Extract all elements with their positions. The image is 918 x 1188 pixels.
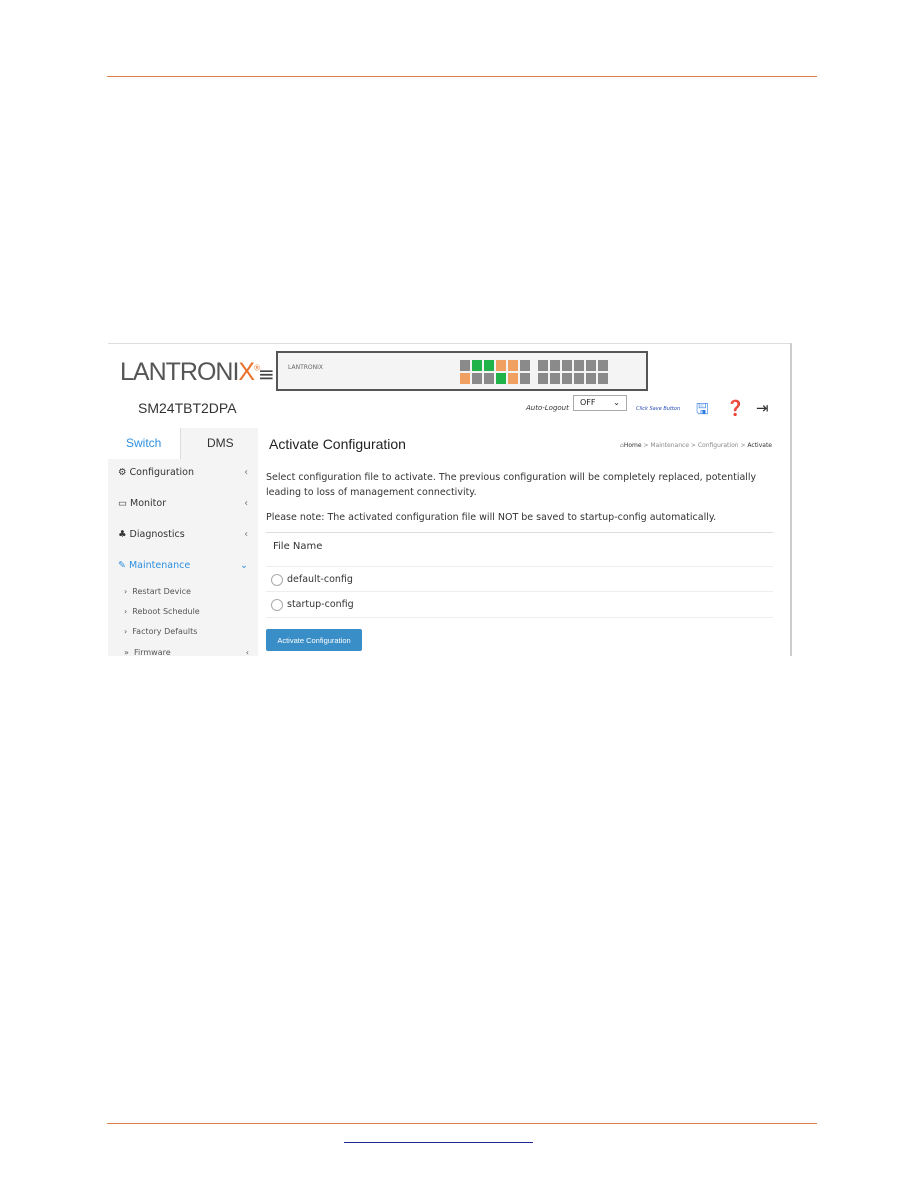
port-column <box>586 360 596 384</box>
file-row[interactable]: startup-config <box>266 591 773 618</box>
port-14[interactable] <box>538 373 548 384</box>
page-title: Activate Configuration <box>269 436 406 452</box>
sidebar-item-configuration[interactable]: ⚙ Configuration ‹ <box>118 467 248 478</box>
breadcrumb: ⌂Home > Maintenance > Configuration > Ac… <box>620 442 772 449</box>
port-15[interactable] <box>550 360 560 371</box>
port-16[interactable] <box>550 373 560 384</box>
breadcrumb-configuration[interactable]: Configuration <box>698 442 739 449</box>
port-column <box>520 360 530 384</box>
note: Please note: The activated configuration… <box>266 512 717 523</box>
port-column <box>484 360 494 384</box>
sidebar-sub-restart-device[interactable]: › Restart Device <box>124 587 191 596</box>
port-22[interactable] <box>586 373 596 384</box>
breadcrumb-maintenance[interactable]: Maintenance <box>650 442 689 449</box>
port-23[interactable] <box>598 360 608 371</box>
port-4[interactable] <box>472 373 482 384</box>
sidebar-sub-reboot-schedule[interactable]: › Reboot Schedule <box>124 607 200 616</box>
breadcrumb-activate: Activate <box>747 442 772 449</box>
switch-port-panel: LANTRONIX <box>276 351 648 391</box>
document-page: LANTRONIX® ≡ LANTRONIX SM24TBT2DPA Auto-… <box>0 0 918 1188</box>
port-column <box>598 360 608 384</box>
wrench-icon: ✎ <box>118 560 129 571</box>
port-11[interactable] <box>520 360 530 371</box>
column-header-file-name: File Name <box>273 541 323 552</box>
hamburger-menu-icon[interactable]: ≡ <box>258 362 275 386</box>
port-18[interactable] <box>562 373 572 384</box>
sidebar-item-monitor[interactable]: ▭ Monitor ‹ <box>118 498 248 509</box>
auto-logout-label: Auto-Logout <box>526 404 569 412</box>
file-row[interactable]: default-config <box>266 566 773 592</box>
panel-logo: LANTRONIX <box>288 364 323 371</box>
port-grid <box>460 360 608 384</box>
port-13[interactable] <box>538 360 548 371</box>
breadcrumb-home[interactable]: Home <box>624 442 642 449</box>
radio-default-config[interactable] <box>271 573 283 586</box>
port-8[interactable] <box>496 373 506 384</box>
auto-logout-value: OFF <box>580 398 596 407</box>
port-column <box>562 360 572 384</box>
file-table-header: File Name <box>266 532 773 563</box>
sidebar-item-diagnostics[interactable]: ♣ Diagnostics ‹ <box>118 529 248 540</box>
ui-screenshot: LANTRONIX® ≡ LANTRONIX SM24TBT2DPA Auto-… <box>108 343 792 656</box>
gear-icon: ⚙ <box>118 467 130 478</box>
port-19[interactable] <box>574 360 584 371</box>
port-2[interactable] <box>460 373 470 384</box>
sidebar-item-maintenance[interactable]: ✎ Maintenance ⌄ <box>118 560 248 571</box>
laptop-icon: ▭ <box>118 498 130 509</box>
port-column <box>496 360 506 384</box>
port-column <box>472 360 482 384</box>
port-5[interactable] <box>484 360 494 371</box>
tab-dms[interactable]: DMS <box>207 436 234 450</box>
footer-rule <box>107 1123 817 1124</box>
auto-logout-select[interactable]: OFF ⌄ <box>573 395 627 411</box>
help-icon[interactable]: ❓ <box>726 399 745 417</box>
port-column <box>460 360 470 384</box>
save-icon[interactable]: 🖫 <box>696 399 709 424</box>
chevron-down-icon: ⌄ <box>613 398 620 407</box>
sidebar-tabs: Switch DMS <box>108 428 258 460</box>
sidebar-sub-firmware[interactable]: » Firmware ‹ <box>124 648 249 656</box>
footer-link[interactable] <box>344 1142 533 1143</box>
port-column <box>550 360 560 384</box>
port-column <box>538 360 548 384</box>
port-1[interactable] <box>460 360 470 371</box>
device-name: SM24TBT2DPA <box>138 400 237 416</box>
port-column <box>508 360 518 384</box>
lantronix-logo: LANTRONIX® <box>120 358 260 386</box>
port-column <box>574 360 584 384</box>
port-21[interactable] <box>586 360 596 371</box>
port-20[interactable] <box>574 373 584 384</box>
port-3[interactable] <box>472 360 482 371</box>
port-17[interactable] <box>562 360 572 371</box>
sidebar: ⚙ Configuration ‹ ▭ Monitor ‹ ♣ Diagnostic… <box>108 459 258 656</box>
sidebar-sub-factory-defaults[interactable]: › Factory Defaults <box>124 627 197 636</box>
activate-configuration-button[interactable]: Activate Configuration <box>266 629 362 651</box>
logout-icon[interactable]: ⇥ <box>756 399 769 417</box>
port-7[interactable] <box>496 360 506 371</box>
description: Select configuration file to activate. T… <box>266 472 757 498</box>
port-12[interactable] <box>520 373 530 384</box>
port-24[interactable] <box>598 373 608 384</box>
main-content: Activate Configuration ⌂Home > Maintenan… <box>258 428 790 656</box>
header-rule <box>107 76 817 77</box>
sitemap-icon: ♣ <box>118 529 130 540</box>
port-6[interactable] <box>484 373 494 384</box>
port-9[interactable] <box>508 360 518 371</box>
port-10[interactable] <box>508 373 518 384</box>
tab-switch[interactable]: Switch <box>126 436 161 450</box>
save-hint: Click Save Button <box>636 406 681 412</box>
radio-startup-config[interactable] <box>271 598 283 611</box>
